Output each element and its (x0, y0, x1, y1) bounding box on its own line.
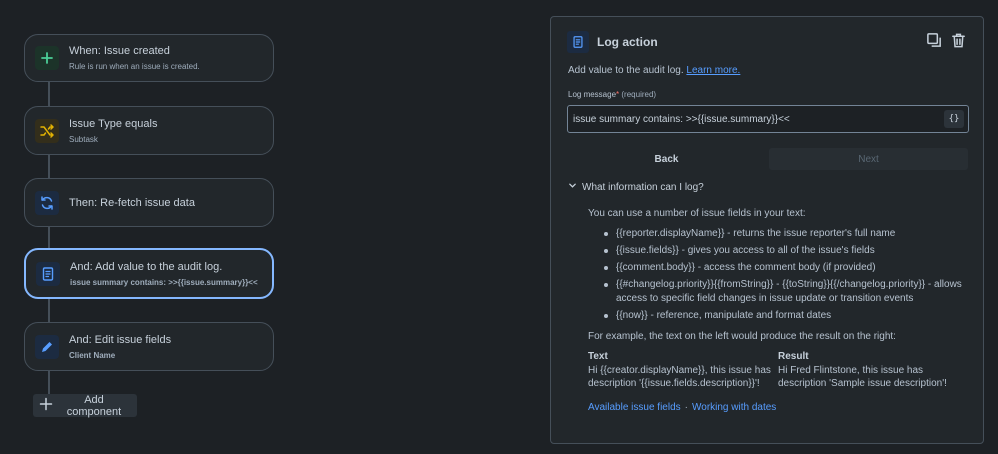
info-toggle-label: What information can I log? (582, 181, 704, 193)
document-icon (567, 31, 589, 53)
node-title: And: Add value to the audit log. (70, 260, 223, 273)
list-item: {{#changelog.priority}}{{fromString}} - … (604, 278, 968, 306)
working-with-dates-link[interactable]: Working with dates (692, 402, 776, 413)
plus-icon (39, 397, 53, 414)
example-columns: Text Hi {{creator.displayName}}, this is… (588, 350, 968, 390)
node-subtitle: Client Name (69, 350, 116, 360)
info-toggle[interactable]: What information can I log? (568, 181, 704, 193)
action-node-audit-log[interactable]: And: Add value to the audit log. issue s… (24, 248, 274, 299)
panel-title: Log action (597, 35, 658, 49)
chevron-down-icon (568, 181, 577, 193)
refresh-icon (35, 190, 59, 215)
shuffle-icon (35, 118, 59, 143)
example-result-column: Result Hi Fred Flintstone, this issue ha… (778, 350, 968, 390)
help-links: Available issue fields · Working with date… (588, 402, 968, 413)
list-item: {{now}} - reference, manipulate and form… (604, 309, 968, 323)
link-separator: · (684, 402, 688, 413)
example-result-heading: Result (778, 351, 809, 362)
smart-value-button[interactable]: {} (944, 110, 964, 128)
plus-icon (35, 46, 59, 70)
back-button[interactable]: Back (567, 148, 766, 170)
log-message-label: Log message* (required) (568, 90, 656, 99)
pencil-icon (35, 334, 59, 359)
action-node-edit-fields[interactable]: And: Edit issue fields Client Name (24, 322, 274, 371)
list-item: {{issue.fields}} - gives you access to a… (604, 244, 968, 258)
trigger-node-issue-created[interactable]: When: Issue created Rule is run when an … (24, 34, 274, 82)
list-item: {{reporter.displayName}} - returns the i… (604, 227, 968, 241)
available-fields-link[interactable]: Available issue fields (588, 402, 681, 413)
node-title: Then: Re-fetch issue data (69, 196, 195, 209)
node-title: Issue Type equals (69, 117, 158, 130)
example-result-value: Hi Fred Flintstone, this issue has descr… (778, 365, 947, 389)
example-text-column: Text Hi {{creator.displayName}}, this is… (588, 350, 778, 390)
node-subtitle: Rule is run when an issue is created. (69, 62, 200, 71)
list-item: {{comment.body}} - access the comment bo… (604, 261, 968, 275)
example-text-heading: Text (588, 351, 608, 362)
example-text-value: Hi {{creator.displayName}}, this issue h… (588, 365, 771, 389)
log-message-input[interactable]: issue summary contains: >>{{issue.summar… (567, 105, 969, 133)
add-component-label: Add component (66, 393, 122, 418)
duplicate-icon[interactable] (925, 31, 943, 49)
description-text: Add value to the audit log. (568, 65, 684, 76)
node-title: When: Issue created (69, 45, 170, 57)
panel-description: Add value to the audit log. Learn more. (568, 65, 740, 76)
field-label-text: Log message (568, 90, 617, 99)
example-intro: For example, the text on the left would … (588, 331, 896, 342)
document-icon (36, 261, 60, 286)
log-action-panel: Log action Add value to the audit log. L… (550, 16, 984, 444)
condition-node-issue-type[interactable]: Issue Type equals Subtask (24, 106, 274, 155)
info-section: You can use a number of issue fields in … (588, 208, 968, 413)
action-node-refetch[interactable]: Then: Re-fetch issue data (24, 178, 274, 227)
info-intro: You can use a number of issue fields in … (588, 208, 806, 219)
learn-more-link[interactable]: Learn more. (686, 65, 740, 76)
trash-icon[interactable] (949, 31, 967, 49)
required-hint: (required) (621, 90, 657, 99)
required-mark: * (616, 90, 620, 99)
info-list: {{reporter.displayName}} - returns the i… (588, 227, 968, 323)
node-title: And: Edit issue fields (69, 333, 172, 346)
add-component-button[interactable]: Add component (33, 393, 137, 418)
log-message-value: issue summary contains: >>{{issue.summar… (573, 113, 790, 125)
node-subtitle: issue summary contains: >>{{issue.summar… (70, 277, 258, 287)
next-button[interactable]: Next (769, 148, 968, 170)
node-subtitle: Subtask (69, 134, 98, 144)
